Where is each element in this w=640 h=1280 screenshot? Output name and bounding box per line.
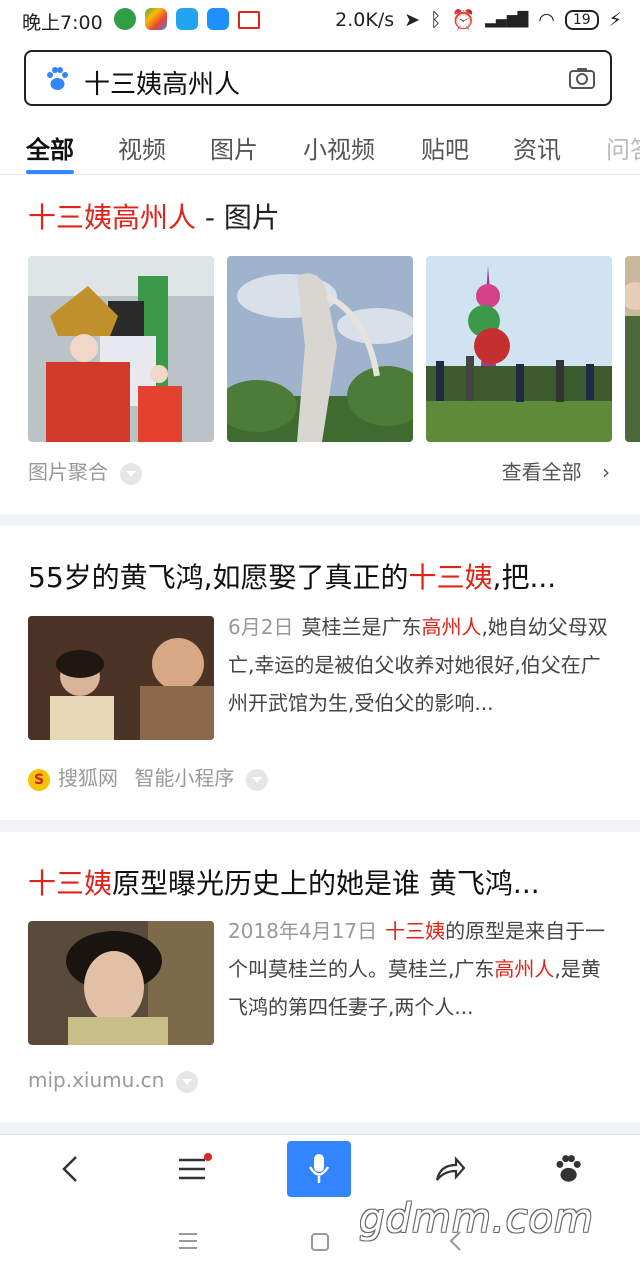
chevron-down-icon[interactable] bbox=[176, 1070, 199, 1093]
title-text: 原型曝光历史上的她是谁 黄飞鸿... bbox=[112, 867, 540, 900]
result-date: 6月2日 bbox=[228, 615, 294, 639]
thumbnail-image[interactable] bbox=[625, 256, 640, 442]
result-source[interactable]: S 搜狐网 智能小程序 bbox=[28, 762, 269, 791]
status-right: 2.0K/s ➤ ᛒ ⏰ ▂▄▆█ ◠ 19 ⚡ bbox=[335, 8, 622, 32]
tab-video[interactable]: 视频 bbox=[118, 130, 166, 165]
title-text: ,把... bbox=[492, 561, 557, 594]
app-notification-icon bbox=[114, 8, 136, 30]
tab-images[interactable]: 图片 bbox=[210, 130, 258, 165]
alarm-icon: ⏰ bbox=[451, 9, 476, 31]
title-highlight: 十三姨 bbox=[28, 867, 113, 900]
search-box[interactable]: 十三姨高州人 bbox=[24, 50, 612, 106]
camera-icon[interactable] bbox=[568, 66, 596, 94]
recent-apps-icon[interactable] bbox=[178, 1232, 198, 1254]
result-thumbnail[interactable] bbox=[28, 616, 214, 740]
divider bbox=[0, 820, 640, 832]
mini-program-label: 智能小程序 bbox=[134, 766, 235, 790]
home-icon[interactable] bbox=[310, 1232, 330, 1256]
snippet-highlight: 十三姨 bbox=[385, 919, 446, 943]
app-notification-icon bbox=[207, 8, 229, 30]
notification-icons bbox=[114, 8, 260, 30]
title-highlight: 十三姨高州人 bbox=[28, 201, 197, 234]
result-thumbnail[interactable] bbox=[28, 921, 214, 1045]
result-title[interactable]: 十三姨原型曝光历史上的她是谁 黄飞鸿... bbox=[28, 862, 618, 902]
tab-qa[interactable]: 问答 bbox=[606, 130, 640, 165]
aggregate-label: 图片聚合 bbox=[28, 460, 108, 484]
baidu-paw-icon bbox=[44, 66, 70, 96]
charging-icon: ⚡ bbox=[608, 8, 622, 31]
sohu-logo-icon: S bbox=[28, 768, 50, 791]
bottom-toolbar bbox=[0, 1134, 640, 1205]
thumbnail-image[interactable] bbox=[28, 256, 214, 442]
network-speed: 2.0K/s bbox=[335, 8, 395, 31]
status-time: 晚上7:00 bbox=[22, 12, 103, 34]
active-tab-indicator bbox=[26, 170, 74, 174]
tab-all[interactable]: 全部 bbox=[26, 130, 74, 165]
tab-short-video[interactable]: 小视频 bbox=[303, 130, 375, 165]
menu-icon[interactable] bbox=[160, 1141, 224, 1197]
play-store-icon bbox=[145, 8, 167, 30]
bluetooth-icon: ᛒ bbox=[430, 8, 442, 31]
back-icon[interactable] bbox=[38, 1141, 102, 1197]
image-aggregate[interactable]: 图片聚合 bbox=[28, 456, 142, 485]
result-date: 2018年4月17日 bbox=[228, 919, 378, 943]
watermark: gdmm.com bbox=[359, 1196, 594, 1242]
result-snippet: 2018年4月17日 十三姨的原型是来自于一个叫莫桂兰的人。莫桂兰,广东高州人,是… bbox=[228, 912, 616, 1026]
thumbnail-image[interactable] bbox=[426, 256, 612, 442]
hd-signal-icon: ▂▄▆█ bbox=[485, 11, 529, 28]
image-card-title[interactable]: 十三姨高州人 - 图片 bbox=[28, 196, 280, 236]
title-rest: - 图片 bbox=[196, 201, 280, 234]
image-thumbnails bbox=[28, 256, 640, 444]
source-name: 搜狐网 bbox=[58, 766, 118, 790]
baidu-paw-icon[interactable] bbox=[536, 1141, 600, 1197]
thumbnail-image[interactable] bbox=[227, 256, 413, 442]
search-tabs: 全部 视频 图片 小视频 贴吧 资讯 问答 bbox=[0, 124, 640, 175]
view-all-link[interactable]: 查看全部 › bbox=[502, 456, 610, 485]
tab-news[interactable]: 资讯 bbox=[513, 130, 561, 165]
chevron-down-icon[interactable] bbox=[246, 768, 269, 791]
snippet-highlight: 高州人 bbox=[494, 957, 555, 981]
search-input[interactable]: 十三姨高州人 bbox=[84, 64, 240, 101]
result-snippet: 6月2日 莫桂兰是广东高州人,她自幼父母双亡,幸运的是被伯父收养对她很好,伯父在广… bbox=[228, 608, 616, 722]
wifi-icon: ◠ bbox=[538, 8, 555, 31]
result-source[interactable]: mip.xiumu.cn bbox=[28, 1068, 199, 1093]
snippet-highlight: 高州人 bbox=[421, 615, 482, 639]
view-all-label: 查看全部 bbox=[501, 460, 582, 484]
notification-dot bbox=[204, 1153, 212, 1161]
location-icon: ➤ bbox=[404, 8, 421, 31]
share-icon[interactable] bbox=[418, 1141, 482, 1197]
battery-icon: 19 bbox=[564, 9, 599, 30]
chevron-right-icon: › bbox=[602, 460, 610, 484]
snippet-text: 莫桂兰是广东 bbox=[301, 615, 422, 639]
title-highlight: 十三姨 bbox=[408, 561, 493, 594]
gmail-icon bbox=[238, 11, 260, 29]
title-text: 55岁的黄飞鸿,如愿娶了真正的 bbox=[28, 561, 409, 594]
tab-tieba[interactable]: 贴吧 bbox=[421, 130, 469, 165]
divider bbox=[0, 1122, 640, 1134]
result-title[interactable]: 55岁的黄飞鸿,如愿娶了真正的十三姨,把... bbox=[28, 556, 618, 596]
mic-icon[interactable] bbox=[287, 1141, 351, 1197]
chevron-down-icon[interactable] bbox=[120, 462, 142, 485]
source-url: mip.xiumu.cn bbox=[28, 1068, 165, 1092]
divider bbox=[0, 514, 640, 526]
status-bar: 晚上7:00 2.0K/s ➤ ᛒ ⏰ ▂▄▆█ ◠ 19 ⚡ bbox=[0, 0, 640, 40]
app-notification-icon bbox=[176, 8, 198, 30]
